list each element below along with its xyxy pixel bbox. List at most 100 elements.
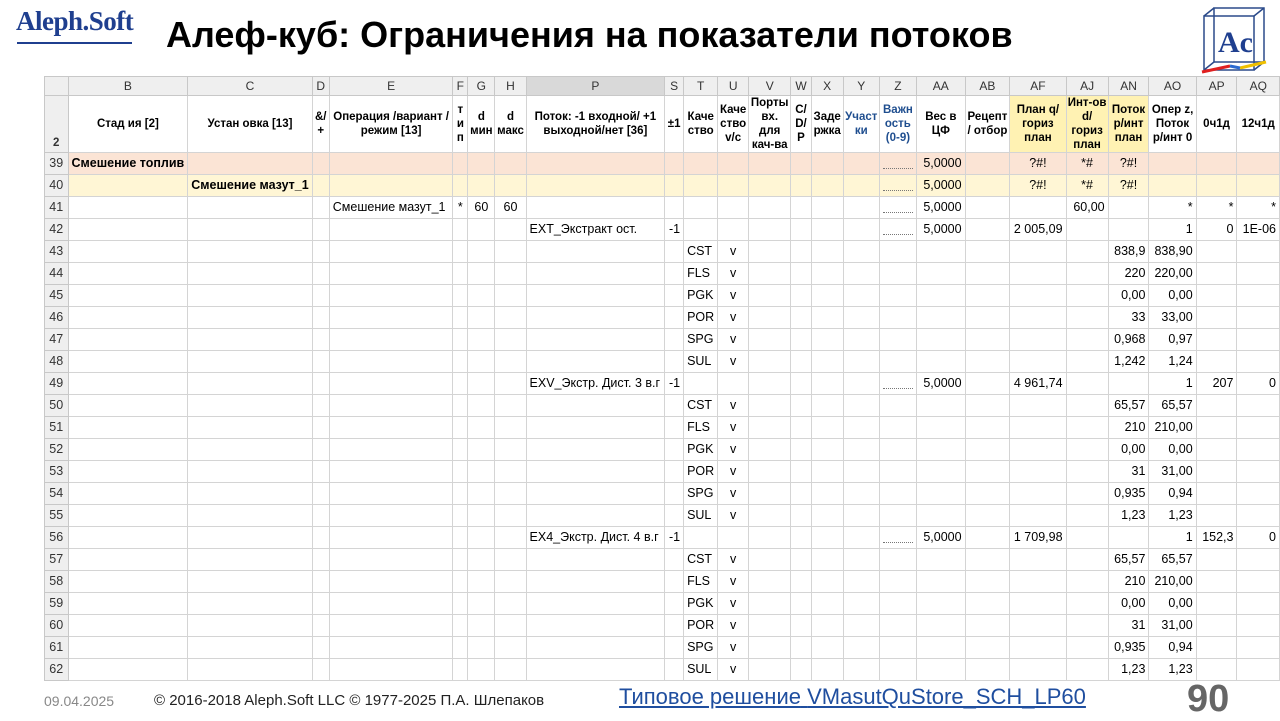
cell-z[interactable] — [878, 504, 918, 527]
cell-c[interactable] — [187, 284, 313, 307]
cell-w[interactable] — [790, 306, 812, 329]
cell-f[interactable] — [452, 658, 469, 681]
cell-an[interactable]: ?#! — [1107, 152, 1150, 175]
cell-p[interactable]: EX4_Экстр. Дист. 4 в.г — [525, 526, 666, 549]
cell-s[interactable] — [664, 394, 685, 417]
cell-c[interactable] — [187, 526, 313, 549]
cell-u[interactable]: v — [717, 636, 749, 659]
cell-f[interactable] — [452, 350, 469, 373]
cell-ab[interactable] — [964, 306, 1011, 329]
cell-t[interactable] — [683, 174, 719, 197]
cell-s[interactable]: -1 — [664, 372, 685, 395]
cell-v[interactable] — [747, 152, 792, 175]
cell-u[interactable]: v — [717, 570, 749, 593]
cell-ao[interactable]: 1 — [1148, 526, 1197, 549]
cell-h[interactable] — [494, 482, 527, 505]
cell-h[interactable] — [494, 284, 527, 307]
cell-af[interactable] — [1009, 394, 1067, 417]
header-cell-aj[interactable]: Инт-ов d/гориз план — [1065, 95, 1109, 153]
cell-aa[interactable] — [916, 548, 966, 571]
cell-s[interactable] — [664, 174, 685, 197]
cell-ao[interactable]: 220,00 — [1148, 262, 1197, 285]
cell-w[interactable] — [790, 350, 812, 373]
cell-b[interactable] — [67, 306, 189, 329]
cell-y[interactable] — [842, 592, 880, 615]
cell-ao[interactable]: 31,00 — [1148, 614, 1197, 637]
cell-ap[interactable]: 152,3 — [1195, 526, 1238, 549]
cell-d[interactable] — [311, 306, 330, 329]
cell-e[interactable] — [328, 328, 454, 351]
cell-x[interactable] — [810, 614, 844, 637]
cell-t[interactable] — [683, 152, 719, 175]
cell-v[interactable] — [747, 416, 792, 439]
cell-an[interactable]: 0,00 — [1107, 592, 1150, 615]
cell-aa[interactable]: 5,0000 — [916, 174, 966, 197]
row-number[interactable]: 51 — [44, 416, 69, 439]
cell-c[interactable] — [187, 196, 313, 219]
row-number[interactable]: 58 — [44, 570, 69, 593]
cell-ab[interactable] — [964, 614, 1011, 637]
cell-d[interactable] — [311, 328, 330, 351]
cell-g[interactable] — [467, 482, 496, 505]
cell-v[interactable] — [747, 262, 792, 285]
cell-e[interactable] — [328, 526, 454, 549]
cell-e[interactable] — [328, 306, 454, 329]
cell-an[interactable]: 210 — [1107, 570, 1150, 593]
column-header-b[interactable]: B — [67, 76, 189, 96]
cell-aj[interactable]: *# — [1065, 152, 1109, 175]
header-cell-e[interactable]: Операция /вариант /режим [13] — [328, 95, 454, 153]
cell-z[interactable] — [878, 548, 918, 571]
cell-ab[interactable] — [964, 328, 1011, 351]
cell-d[interactable] — [311, 614, 330, 637]
cell-aa[interactable] — [916, 570, 966, 593]
cell-t[interactable] — [683, 196, 719, 219]
cell-u[interactable]: v — [717, 328, 749, 351]
cell-af[interactable] — [1009, 306, 1067, 329]
cell-b[interactable] — [67, 614, 189, 637]
cell-p[interactable] — [525, 328, 666, 351]
cell-an[interactable]: 65,57 — [1107, 394, 1150, 417]
row-number[interactable]: 56 — [44, 526, 69, 549]
cell-w[interactable] — [790, 504, 812, 527]
cell-ab[interactable] — [964, 416, 1011, 439]
cell-ab[interactable] — [964, 240, 1011, 263]
cell-e[interactable] — [328, 548, 454, 571]
column-header-u[interactable]: U — [717, 76, 749, 96]
cell-x[interactable] — [810, 240, 844, 263]
cell-h[interactable] — [494, 658, 527, 681]
cell-f[interactable]: * — [452, 196, 469, 219]
cell-b[interactable] — [67, 350, 189, 373]
cell-p[interactable] — [525, 548, 666, 571]
cell-h[interactable] — [494, 548, 527, 571]
column-header-h[interactable]: H — [494, 76, 527, 96]
cell-aq[interactable] — [1236, 394, 1280, 417]
cell-c[interactable] — [187, 218, 313, 241]
cell-af[interactable] — [1009, 328, 1067, 351]
cell-ab[interactable] — [964, 460, 1011, 483]
cell-aq[interactable]: 0 — [1236, 526, 1280, 549]
cell-b[interactable] — [67, 240, 189, 263]
cell-aa[interactable] — [916, 482, 966, 505]
cell-aj[interactable] — [1065, 592, 1109, 615]
cell-g[interactable]: 60 — [467, 196, 496, 219]
cell-ap[interactable] — [1195, 636, 1238, 659]
cell-x[interactable] — [810, 482, 844, 505]
cell-b[interactable] — [67, 394, 189, 417]
cell-af[interactable]: 2 005,09 — [1009, 218, 1067, 241]
cell-ab[interactable] — [964, 438, 1011, 461]
cell-y[interactable] — [842, 526, 880, 549]
row-number[interactable]: 46 — [44, 306, 69, 329]
cell-s[interactable] — [664, 328, 685, 351]
cell-e[interactable] — [328, 416, 454, 439]
cell-f[interactable] — [452, 482, 469, 505]
row-number[interactable]: 54 — [44, 482, 69, 505]
cell-s[interactable] — [664, 284, 685, 307]
header-cell-w[interactable]: C/ D/ P — [790, 95, 812, 153]
cell-p[interactable] — [525, 482, 666, 505]
cell-e[interactable] — [328, 438, 454, 461]
cell-ab[interactable] — [964, 658, 1011, 681]
cell-f[interactable] — [452, 592, 469, 615]
cell-d[interactable] — [311, 438, 330, 461]
cell-w[interactable] — [790, 526, 812, 549]
cell-f[interactable] — [452, 262, 469, 285]
